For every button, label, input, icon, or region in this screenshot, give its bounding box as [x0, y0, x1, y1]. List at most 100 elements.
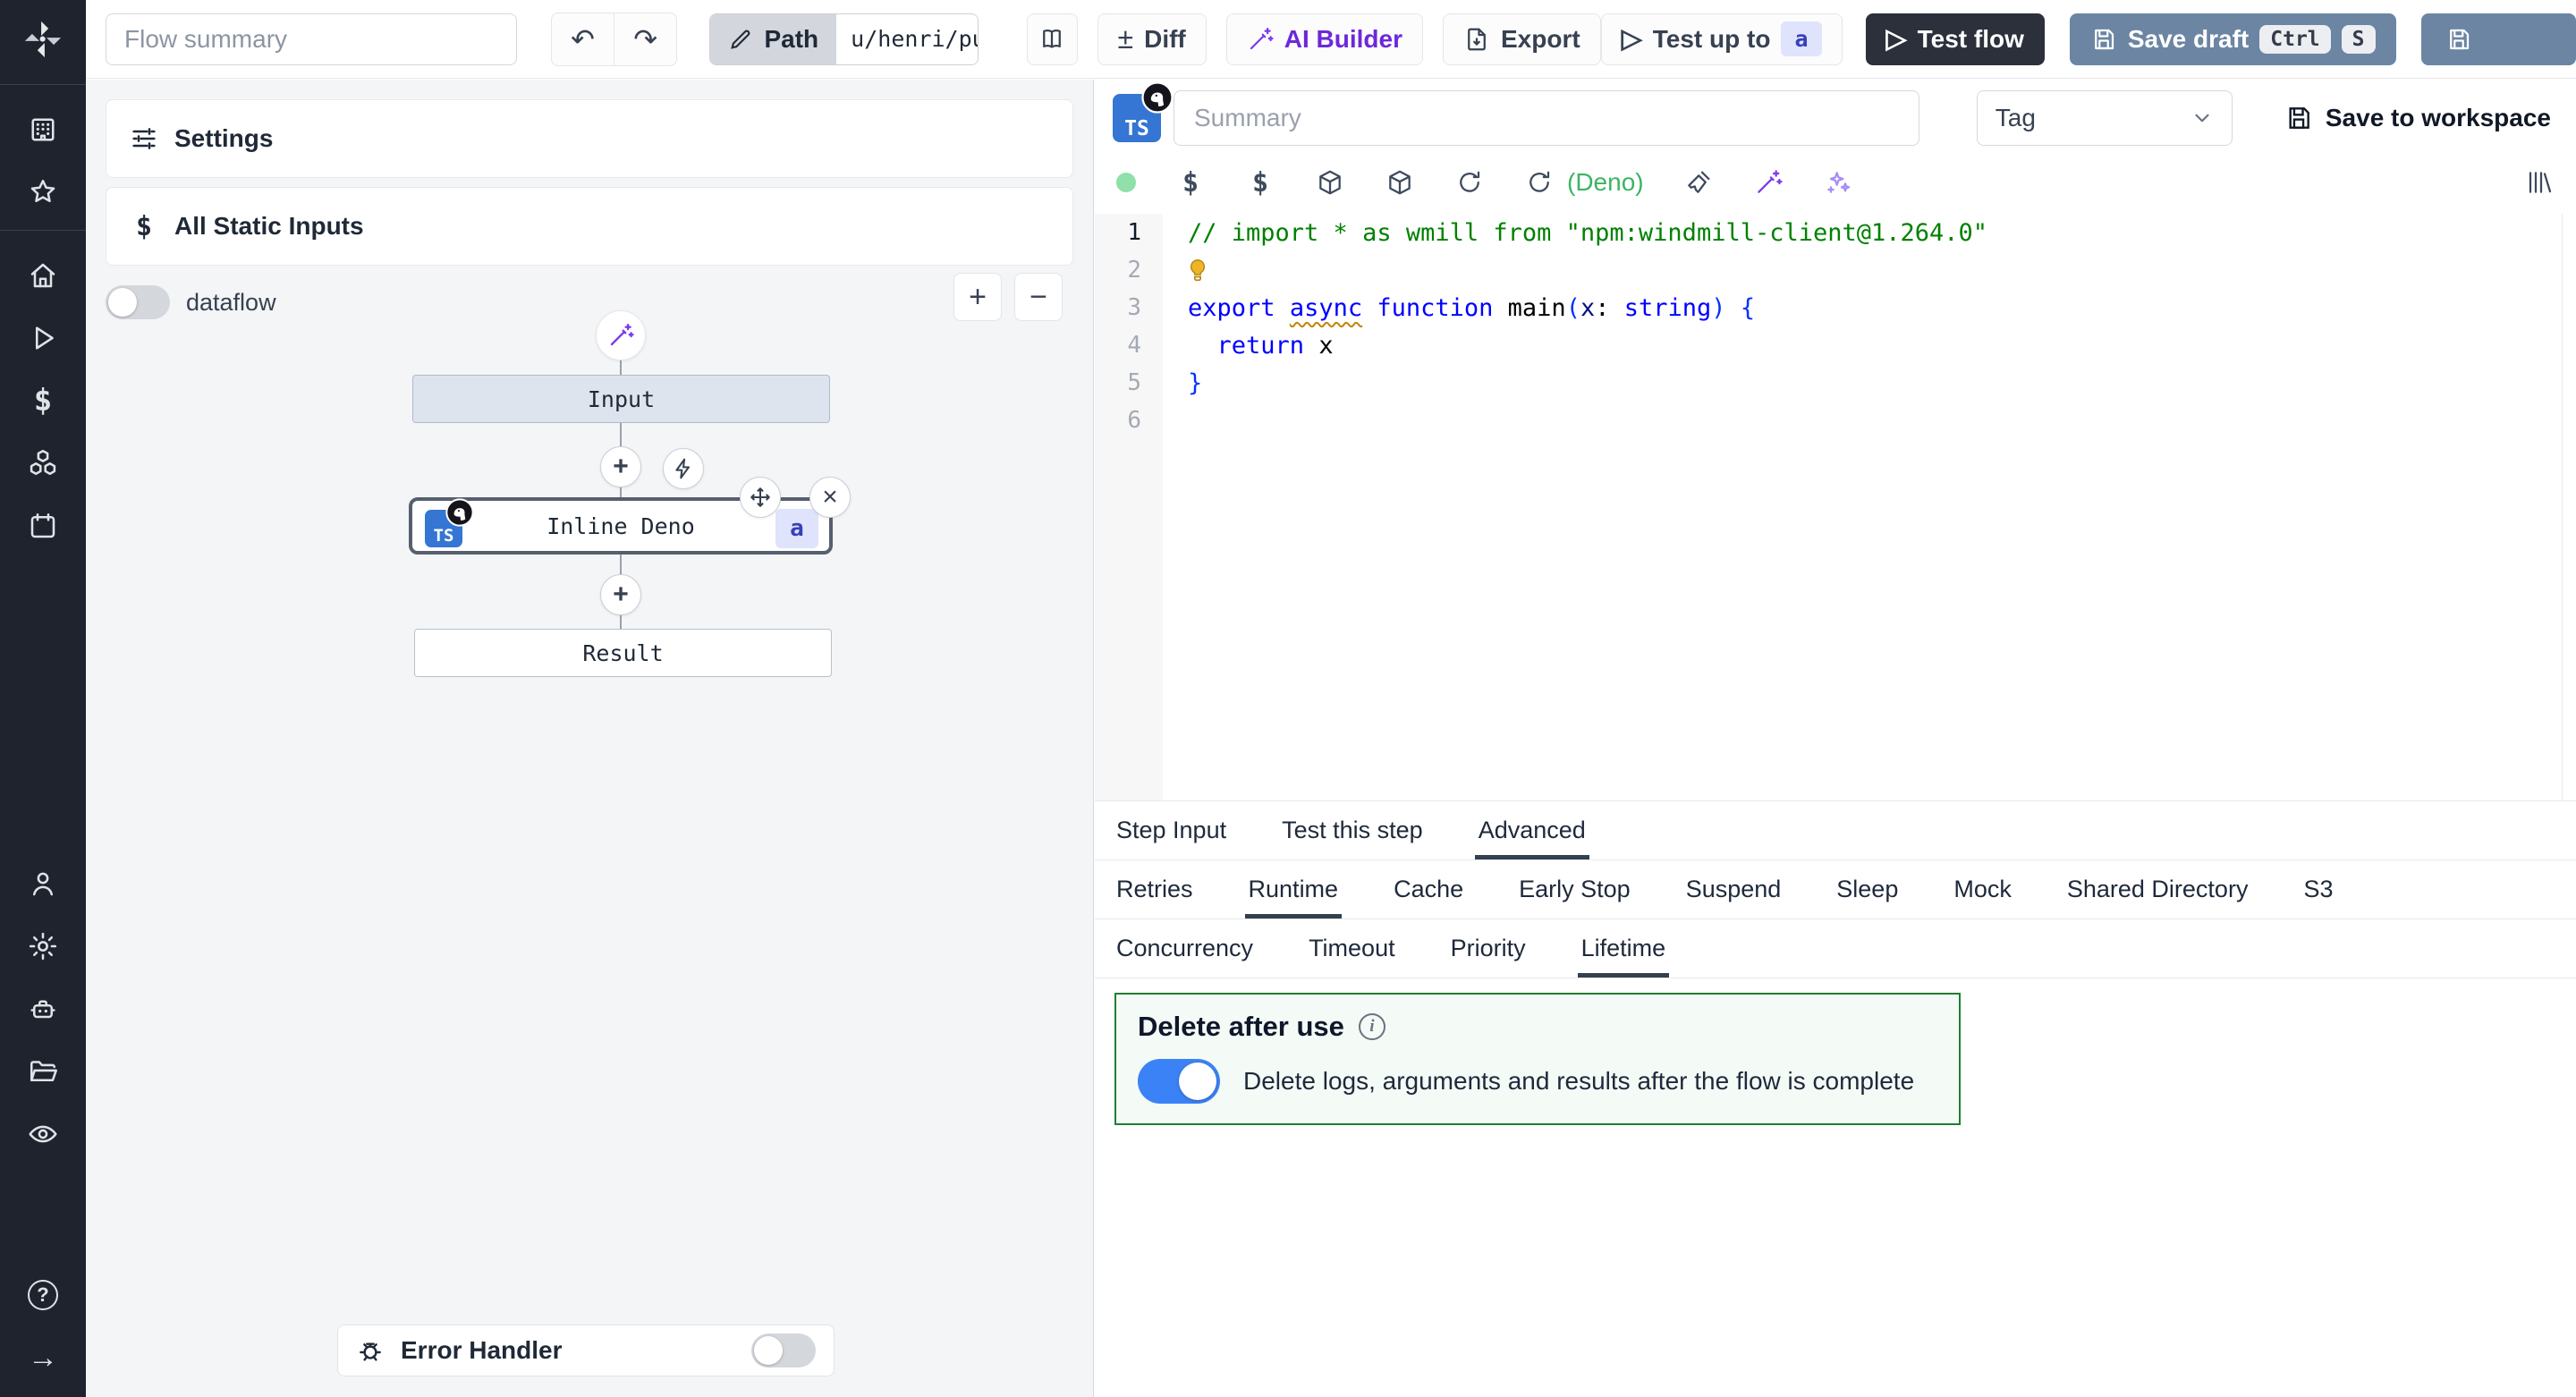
- add-step-button[interactable]: +: [600, 446, 641, 487]
- help-icon[interactable]: ?: [25, 1277, 61, 1313]
- ai-builder-button[interactable]: AI Builder: [1226, 13, 1423, 65]
- tab-runtime[interactable]: Runtime: [1249, 860, 1339, 919]
- package-icon[interactable]: [1315, 167, 1345, 198]
- status-dot: [1116, 173, 1136, 192]
- step-tabs-block: Step Input Test this step Advanced Retries…: [1095, 800, 2576, 978]
- flow-graph: Input + TS Inline Deno a × +: [86, 80, 1093, 1397]
- export-label: Export: [1501, 25, 1580, 54]
- expand-sidebar-icon[interactable]: →: [25, 1340, 61, 1376]
- tab-priority[interactable]: Priority: [1451, 919, 1526, 978]
- folders-icon[interactable]: [25, 1054, 61, 1089]
- tab-sleep[interactable]: Sleep: [1836, 860, 1898, 919]
- variables-icon[interactable]: $: [25, 383, 61, 419]
- windmill-logo[interactable]: [22, 14, 64, 64]
- resources-icon[interactable]: [25, 445, 61, 481]
- tab-early-stop[interactable]: Early Stop: [1519, 860, 1631, 919]
- redo-button[interactable]: ↷: [614, 13, 677, 65]
- tab-advanced[interactable]: Advanced: [1479, 801, 1586, 859]
- test-flow-button[interactable]: ▷ Test flow: [1866, 13, 2045, 65]
- tab-cache[interactable]: Cache: [1394, 860, 1463, 919]
- code-line: 1// import * as wmill from "npm:windmill…: [1095, 214, 2576, 251]
- edit-path-button[interactable]: Path: [710, 14, 836, 64]
- home-icon[interactable]: [25, 258, 61, 293]
- flow-input-node[interactable]: Input: [412, 375, 830, 423]
- sparkles-icon[interactable]: [1823, 167, 1853, 198]
- diff-button[interactable]: ± Diff: [1097, 13, 1207, 65]
- editor-scrollbar[interactable]: [2562, 214, 2563, 800]
- library-icon[interactable]: [2524, 167, 2555, 198]
- step-summary-input[interactable]: [1174, 90, 1919, 146]
- undo-button[interactable]: ↶: [552, 13, 614, 65]
- flow-result-node[interactable]: Result: [414, 629, 832, 677]
- tab-mock[interactable]: Mock: [1953, 860, 2012, 919]
- tab-retries[interactable]: Retries: [1116, 860, 1193, 919]
- info-icon[interactable]: i: [1359, 1013, 1385, 1040]
- settings-icon[interactable]: [25, 928, 61, 964]
- code-editor[interactable]: 1// import * as wmill from "npm:windmill…: [1095, 214, 2576, 800]
- step-header-row: TS Tag Save to workspace: [1113, 89, 2551, 148]
- docs-button[interactable]: [1027, 13, 1078, 65]
- move-step-button[interactable]: [740, 477, 781, 518]
- favorites-icon[interactable]: [25, 174, 61, 210]
- deploy-button[interactable]: [2421, 13, 2576, 65]
- line-number: 1: [1095, 219, 1163, 246]
- file-export-icon: [1463, 26, 1490, 53]
- delete-after-use-description: Delete logs, arguments and results after…: [1243, 1067, 1914, 1096]
- language-label: (Deno): [1567, 168, 1644, 197]
- play-icon: ▷: [1622, 26, 1642, 53]
- runs-icon[interactable]: [25, 320, 61, 356]
- reload-icon[interactable]: [1454, 167, 1485, 198]
- code-content: return x: [1163, 332, 1334, 360]
- add-step-button[interactable]: +: [600, 574, 641, 615]
- code-line: 6: [1095, 402, 2576, 439]
- bug-icon: [356, 1336, 385, 1365]
- apps-icon[interactable]: [25, 112, 61, 148]
- ai-wand-icon[interactable]: [1753, 167, 1784, 198]
- tab-test-this-step[interactable]: Test this step: [1282, 801, 1423, 859]
- test-up-to-button[interactable]: ▷ Test up to a: [1601, 13, 1843, 65]
- audit-logs-icon[interactable]: [25, 1116, 61, 1152]
- diff-label: Diff: [1144, 25, 1186, 54]
- workers-icon[interactable]: [25, 991, 61, 1027]
- save-to-workspace-label: Save to workspace: [2326, 104, 2551, 132]
- wand-icon: [1247, 26, 1274, 53]
- tag-select[interactable]: Tag: [1977, 90, 2233, 146]
- line-number: 4: [1095, 332, 1163, 359]
- diff-icon: ±: [1118, 22, 1134, 55]
- tab-suspend[interactable]: Suspend: [1686, 860, 1782, 919]
- save-draft-button[interactable]: Save draft Ctrl S: [2070, 13, 2396, 65]
- resources-dollar-icon[interactable]: $: [1245, 167, 1275, 198]
- tab-step-input[interactable]: Step Input: [1116, 801, 1226, 859]
- path-value[interactable]: u/henri/pur: [836, 14, 979, 64]
- delete-after-use-toggle[interactable]: [1138, 1059, 1220, 1104]
- tab-timeout[interactable]: Timeout: [1309, 919, 1395, 978]
- export-button[interactable]: Export: [1443, 13, 1601, 65]
- tab-shared-directory[interactable]: Shared Directory: [2067, 860, 2249, 919]
- undo-redo-group: ↶ ↷: [551, 13, 677, 66]
- pencil-icon: [728, 27, 753, 52]
- schedules-icon[interactable]: [25, 508, 61, 544]
- flow-summary-input[interactable]: [106, 13, 517, 65]
- save-to-workspace-button[interactable]: Save to workspace: [2284, 104, 2551, 132]
- delete-step-button[interactable]: ×: [809, 477, 851, 518]
- step-editor-panel: TS Tag Save to workspace $ $: [1095, 80, 2576, 1397]
- add-trigger-button[interactable]: [663, 448, 704, 489]
- tab-s3[interactable]: S3: [2303, 860, 2333, 919]
- ai-flow-wand-button[interactable]: [596, 310, 646, 360]
- tab-lifetime[interactable]: Lifetime: [1581, 919, 1666, 978]
- tab-concurrency[interactable]: Concurrency: [1116, 919, 1253, 978]
- reload-lang-icon[interactable]: [1524, 167, 1555, 198]
- advanced-tabs-row: Retries Runtime Cache Early Stop Suspend Slee…: [1095, 860, 2576, 919]
- package-icon[interactable]: [1385, 167, 1415, 198]
- error-handler-toggle[interactable]: [751, 1334, 816, 1367]
- plus-icon: +: [613, 452, 629, 482]
- step-id-badge: a: [775, 509, 818, 548]
- save-icon: [2090, 26, 2117, 53]
- variables-icon[interactable]: $: [1175, 167, 1206, 198]
- error-handler-card: Error Handler: [337, 1325, 835, 1376]
- code-line: 4 return x: [1095, 326, 2576, 364]
- format-icon[interactable]: [1683, 167, 1714, 198]
- code-line: 5}: [1095, 364, 2576, 402]
- line-number: 2: [1095, 257, 1163, 284]
- user-icon[interactable]: [25, 866, 61, 902]
